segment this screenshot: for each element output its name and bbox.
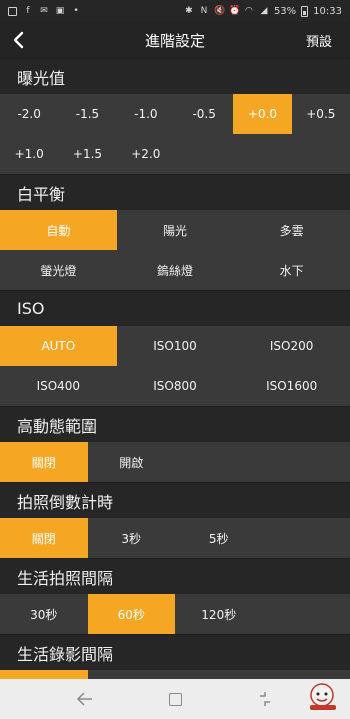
iso-option[interactable]: ISO100	[117, 326, 234, 366]
system-nav-bar	[0, 679, 350, 719]
white-balance-option[interactable]: 多雲	[233, 210, 350, 250]
empty-cell	[263, 594, 350, 634]
exposure-option[interactable]: +2.0	[117, 134, 175, 174]
white-balance-option[interactable]: 鎢絲燈	[117, 250, 234, 290]
battery-icon	[301, 5, 309, 17]
nav-back-icon	[76, 692, 92, 706]
hdr-section-title: 高動態範圍	[0, 406, 350, 442]
timer-options: 關閉 3秒 5秒	[0, 518, 350, 558]
white-balance-option-selected[interactable]: 自動	[0, 210, 117, 250]
empty-cell	[233, 134, 291, 174]
facebook-icon: f	[26, 6, 30, 16]
mascot-watermark-logo	[310, 683, 336, 710]
exposure-option[interactable]: +0.5	[292, 94, 350, 134]
nav-home-button[interactable]	[163, 687, 187, 711]
mute-icon: 🔇	[213, 6, 226, 16]
timer-option-selected[interactable]: 關閉	[0, 518, 88, 558]
hdr-option-selected[interactable]: 關閉	[0, 442, 88, 482]
nav-recents-icon	[260, 692, 270, 706]
empty-cell	[292, 134, 350, 174]
iso-option-selected[interactable]: AUTO	[0, 326, 117, 366]
timer-section-title: 拍照倒數計時	[0, 482, 350, 518]
empty-cell	[175, 442, 263, 482]
exposure-option[interactable]: -0.5	[175, 94, 233, 134]
media-notification-icon	[8, 6, 17, 16]
nav-recents-button[interactable]	[253, 687, 277, 711]
timer-option[interactable]: 5秒	[175, 518, 263, 558]
photo-interval-option[interactable]: 120秒	[175, 594, 263, 634]
white-balance-section-title: 白平衡	[0, 174, 350, 210]
white-balance-options: 自動 陽光 多雲 螢光燈 鎢絲燈 水下	[0, 210, 350, 290]
clock: 10:33	[313, 5, 342, 17]
video-interval-section-title: 生活錄影間隔	[0, 634, 350, 670]
messenger-icon: ✉	[40, 6, 48, 16]
iso-option[interactable]: ISO1600	[233, 366, 350, 406]
photo-interval-option[interactable]: 30秒	[0, 594, 88, 634]
iso-option[interactable]: ISO400	[0, 366, 117, 406]
signal-icon: ◢	[260, 6, 268, 16]
white-balance-option[interactable]: 陽光	[117, 210, 234, 250]
iso-options: AUTO ISO100 ISO200 ISO400 ISO800 ISO1600	[0, 326, 350, 406]
status-bar: f ✉ ▣ • ✱ N 🔇 ⏰ ◠ ◢ 53% 10:33	[0, 0, 350, 22]
empty-cell	[263, 518, 350, 558]
exposure-option[interactable]: +1.0	[0, 134, 58, 174]
more-dot-icon: •	[73, 6, 79, 16]
hdr-options: 關閉 開啟	[0, 442, 350, 482]
app-bar: 進階設定 預設	[0, 22, 350, 58]
exposure-option[interactable]: -1.5	[58, 94, 116, 134]
back-arrow-icon	[13, 31, 24, 49]
exposure-options: -2.0 -1.5 -1.0 -0.5 +0.0 +0.5 +1.0 +1.5 …	[0, 94, 350, 174]
alarm-icon: ⏰	[228, 6, 241, 16]
exposure-option[interactable]: -1.0	[117, 94, 175, 134]
nav-back-button[interactable]	[73, 687, 97, 711]
photo-interval-section-title: 生活拍照間隔	[0, 558, 350, 594]
page-title: 進階設定	[144, 31, 205, 50]
iso-section-title: ISO	[0, 290, 350, 326]
photo-interval-options: 30秒 60秒 120秒	[0, 594, 350, 634]
exposure-option[interactable]: -2.0	[0, 94, 58, 134]
photo-interval-option-selected[interactable]: 60秒	[87, 594, 175, 634]
hdr-option[interactable]: 開啟	[88, 442, 176, 482]
gallery-icon: ▣	[55, 6, 65, 16]
battery-percent: 53%	[273, 5, 297, 17]
white-balance-option[interactable]: 水下	[233, 250, 350, 290]
bluetooth-icon: ✱	[185, 6, 193, 16]
preset-button[interactable]: 預設	[306, 31, 332, 50]
iso-option[interactable]: ISO800	[117, 366, 234, 406]
nfc-icon: N	[200, 6, 208, 16]
empty-cell	[175, 134, 233, 174]
exposure-option-selected[interactable]: +0.0	[233, 94, 292, 134]
wifi-icon: ◠	[245, 6, 253, 16]
empty-cell	[263, 442, 350, 482]
exposure-option[interactable]: +1.5	[58, 134, 116, 174]
nav-home-icon	[168, 692, 182, 706]
back-button[interactable]	[0, 22, 36, 58]
iso-option[interactable]: ISO200	[233, 326, 350, 366]
timer-option[interactable]: 3秒	[88, 518, 176, 558]
white-balance-option[interactable]: 螢光燈	[0, 250, 117, 290]
exposure-section-title: 曝光值	[0, 58, 350, 94]
